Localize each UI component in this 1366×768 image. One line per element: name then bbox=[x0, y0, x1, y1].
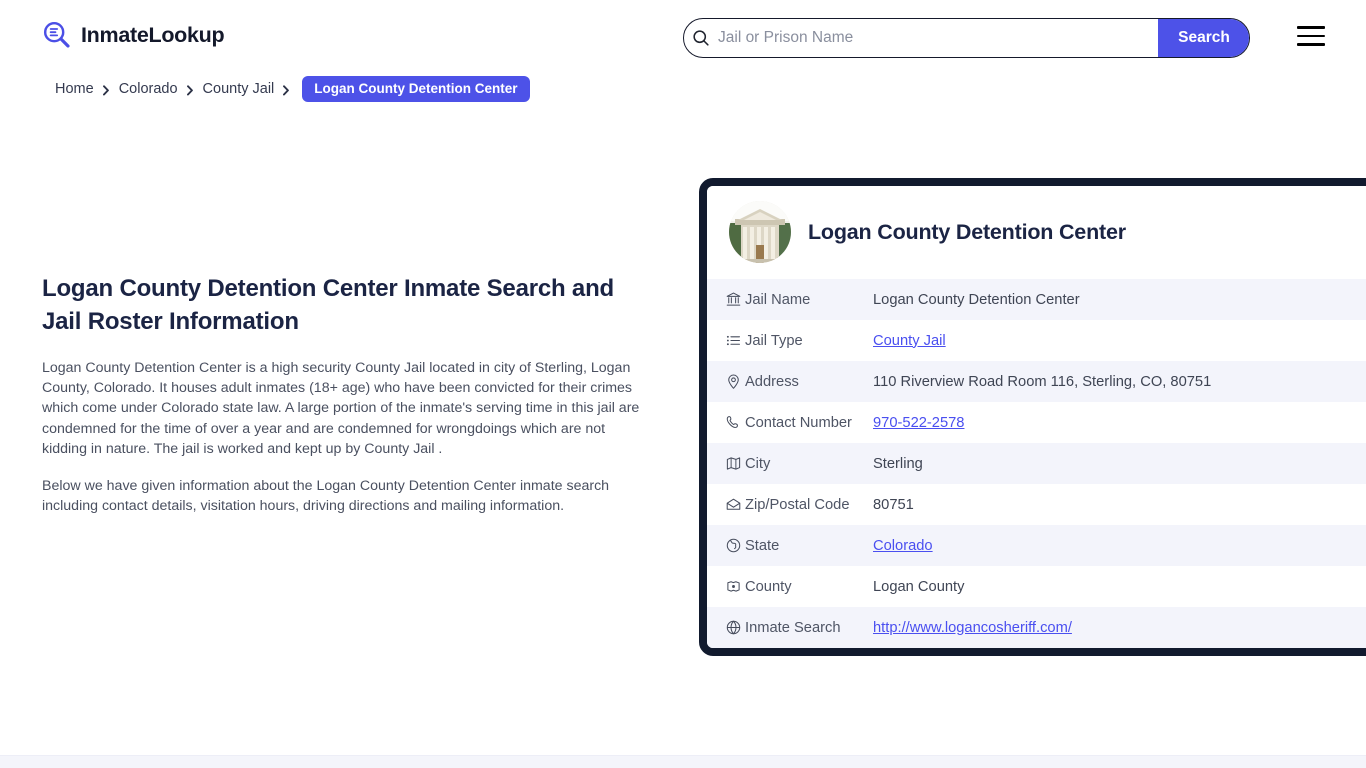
search-icon bbox=[684, 29, 718, 47]
breadcrumb-item-county-jail[interactable]: County Jail bbox=[203, 81, 275, 97]
row-value: 970-522-2578 bbox=[873, 402, 1366, 443]
row-value: Logan County bbox=[873, 578, 965, 595]
magnifier-list-icon bbox=[42, 20, 72, 50]
list-icon bbox=[707, 320, 745, 361]
hamburger-bar bbox=[1297, 26, 1325, 29]
envelope-icon bbox=[707, 484, 745, 525]
row-label: State bbox=[745, 537, 780, 554]
globe-icon bbox=[707, 607, 745, 648]
breadcrumb-item-home[interactable]: Home bbox=[55, 81, 94, 97]
row-value: County Jail bbox=[873, 320, 1366, 361]
intro-paragraph-2: Below we have given information about th… bbox=[42, 478, 610, 515]
table-row: Jail Name Logan County Detention Center bbox=[707, 279, 1366, 320]
breadcrumb: Home Colorado County Jail Logan County D… bbox=[55, 76, 530, 102]
hamburger-bar bbox=[1297, 34, 1325, 38]
row-label: City bbox=[745, 455, 771, 472]
page-title: Logan County Detention Center Inmate Sea… bbox=[42, 275, 615, 335]
row-value: 110 Riverview Road Room 116, Sterling, C… bbox=[873, 373, 1212, 390]
table-row: Address 110 Riverview Road Room 116, Ste… bbox=[707, 361, 1366, 402]
search-bar[interactable]: Search bbox=[683, 18, 1250, 58]
table-row: Zip/Postal Code 80751 bbox=[707, 484, 1366, 525]
inmate-search-link[interactable]: http://www.logancosheriff.com/ bbox=[873, 620, 1072, 636]
page-bottom-band bbox=[0, 755, 1366, 768]
map-icon bbox=[707, 443, 745, 484]
row-value: Colorado bbox=[873, 525, 1366, 566]
row-label: Jail Name bbox=[745, 291, 811, 308]
map-pin-icon bbox=[707, 361, 745, 402]
contact-number-link[interactable]: 970-522-2578 bbox=[873, 415, 964, 431]
jail-info-card-title: Logan County Detention Center bbox=[808, 219, 1126, 244]
table-row: Jail Type County Jail bbox=[707, 320, 1366, 361]
brand-logo-link[interactable]: InmateLookup bbox=[42, 20, 225, 50]
state-link[interactable]: Colorado bbox=[873, 538, 933, 554]
row-label: Address bbox=[745, 373, 799, 390]
table-row: Inmate Search http://www.logancosheriff.… bbox=[707, 607, 1366, 648]
chevron-right-icon bbox=[102, 84, 111, 96]
row-value: http://www.logancosheriff.com/ bbox=[873, 607, 1366, 648]
search-button[interactable]: Search bbox=[1158, 19, 1249, 57]
search-input[interactable] bbox=[718, 19, 1158, 57]
globe-americas-icon bbox=[707, 525, 745, 566]
chevron-right-icon bbox=[186, 84, 195, 96]
hamburger-menu-icon[interactable] bbox=[1297, 26, 1325, 46]
hamburger-bar bbox=[1297, 43, 1325, 46]
breadcrumb-item-colorado[interactable]: Colorado bbox=[119, 81, 178, 97]
table-row: Contact Number 970-522-2578 bbox=[707, 402, 1366, 443]
table-row: City Sterling bbox=[707, 443, 1366, 484]
jail-info-card-header: Logan County Detention Center bbox=[707, 186, 1366, 279]
breadcrumb-current-page: Logan County Detention Center bbox=[302, 76, 530, 102]
phone-icon bbox=[707, 402, 745, 443]
row-label: Jail Type bbox=[745, 332, 803, 349]
article-intro: Logan County Detention Center Inmate Sea… bbox=[42, 272, 640, 533]
row-value: Logan County Detention Center bbox=[873, 291, 1080, 308]
row-value: Sterling bbox=[873, 455, 923, 472]
row-label: Contact Number bbox=[745, 414, 852, 431]
table-row: County Logan County bbox=[707, 566, 1366, 607]
jail-type-link[interactable]: County Jail bbox=[873, 333, 946, 349]
row-label: Zip/Postal Code bbox=[745, 496, 850, 513]
bank-icon bbox=[707, 279, 745, 320]
courthouse-building-photo bbox=[729, 201, 791, 263]
table-row: State Colorado bbox=[707, 525, 1366, 566]
county-map-icon bbox=[707, 566, 745, 607]
jail-info-card: Logan County Detention Center Jail Name … bbox=[699, 178, 1366, 656]
intro-paragraph-1: Logan County Detention Center is a high … bbox=[42, 360, 640, 457]
row-value: 80751 bbox=[873, 496, 914, 513]
row-label: County bbox=[745, 578, 792, 595]
chevron-right-icon bbox=[282, 84, 291, 96]
row-label: Inmate Search bbox=[745, 619, 841, 636]
brand-name: InmateLookup bbox=[81, 22, 225, 47]
site-header: InmateLookup Search bbox=[0, 0, 1366, 72]
jail-info-table: Jail Name Logan County Detention Center … bbox=[707, 279, 1366, 648]
